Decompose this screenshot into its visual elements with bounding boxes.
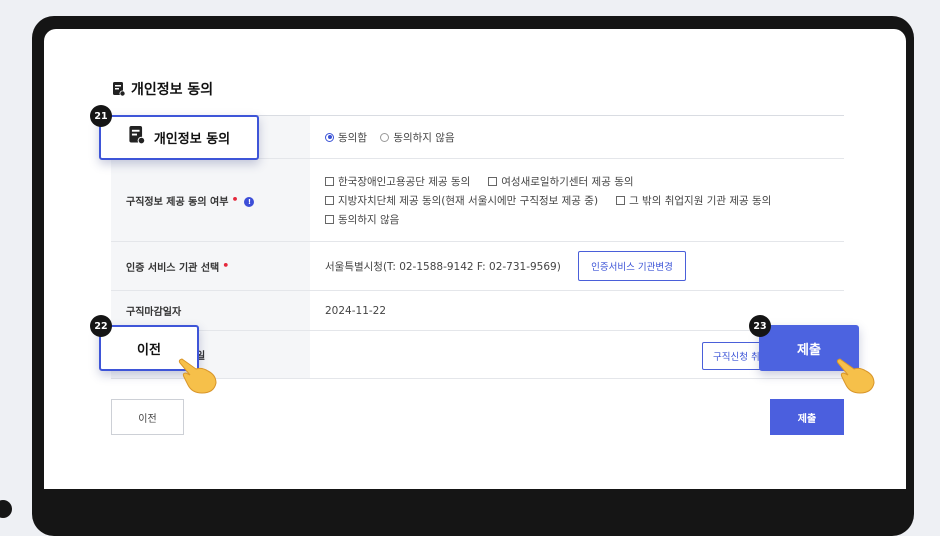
section-title-text: 개인정보 동의	[131, 82, 214, 98]
callout-submit-label: 제출	[797, 342, 821, 358]
table-row: 구직마감일자 2024-11-22	[111, 290, 844, 331]
corner-marker	[0, 500, 12, 518]
callout-consent: 개인정보 동의	[99, 115, 259, 160]
submit-button[interactable]: 제출	[770, 399, 844, 435]
change-agency-button[interactable]: 인증서비스 기관변경	[578, 251, 686, 281]
table-row: 인증 서비스 기관 선택 • 서울특별시청(T: 02-1588-9142 F: …	[111, 241, 844, 291]
checkbox-local-gov[interactable]: 지방자치단체 제공 동의(현재 서울시에만 구직정보 제공 중)	[325, 193, 598, 208]
info-icon[interactable]: !	[244, 196, 255, 207]
pointing-hand-icon	[836, 358, 875, 394]
step-badge-22: 22	[90, 315, 112, 337]
agency-value: 서울특별시청(T: 02-1588-9142 F: 02-731-9569)	[325, 261, 561, 273]
callout-prev-label: 이전	[137, 342, 161, 358]
required-mark: •	[222, 258, 230, 272]
required-mark: •	[231, 192, 239, 206]
pointing-hand-icon	[178, 358, 217, 394]
radio-dot	[325, 132, 334, 142]
document-check-icon	[112, 81, 126, 97]
radio-dot	[380, 132, 390, 142]
row-label-share: 구직정보 제공 동의 여부	[126, 196, 229, 208]
checkbox-kead[interactable]: 한국장애인고용공단 제공 동의	[325, 174, 470, 189]
radio-disagree[interactable]: 동의하지 않음	[380, 130, 455, 145]
checkbox-women-center[interactable]: 여성새로일하기센터 제공 동의	[488, 174, 634, 189]
row-label-agency: 인증 서비스 기관 선택	[126, 262, 220, 274]
checkbox-other-agency[interactable]: 그 밖의 취업지원 기관 제공 동의	[616, 193, 771, 208]
radio-agree[interactable]: 동의함	[325, 130, 367, 145]
checkbox-disagree[interactable]: 동의하지 않음	[325, 212, 399, 227]
prev-button[interactable]: 이전	[111, 399, 184, 435]
step-badge-23: 23	[749, 315, 771, 337]
table-row: 구직정보 제공 동의 여부 •! 한국장애인고용공단 제공 동의 여성새로일하기센…	[111, 158, 844, 242]
callout-consent-label: 개인정보 동의	[153, 132, 231, 147]
document-check-icon	[128, 126, 146, 149]
step-badge-21: 21	[90, 105, 112, 127]
screen: 개인정보 동의 동의함 동의하지 않음 구직정보 제공 동의 여부 •! 한국장애…	[44, 29, 906, 489]
section-title: 개인정보 동의	[112, 79, 213, 99]
